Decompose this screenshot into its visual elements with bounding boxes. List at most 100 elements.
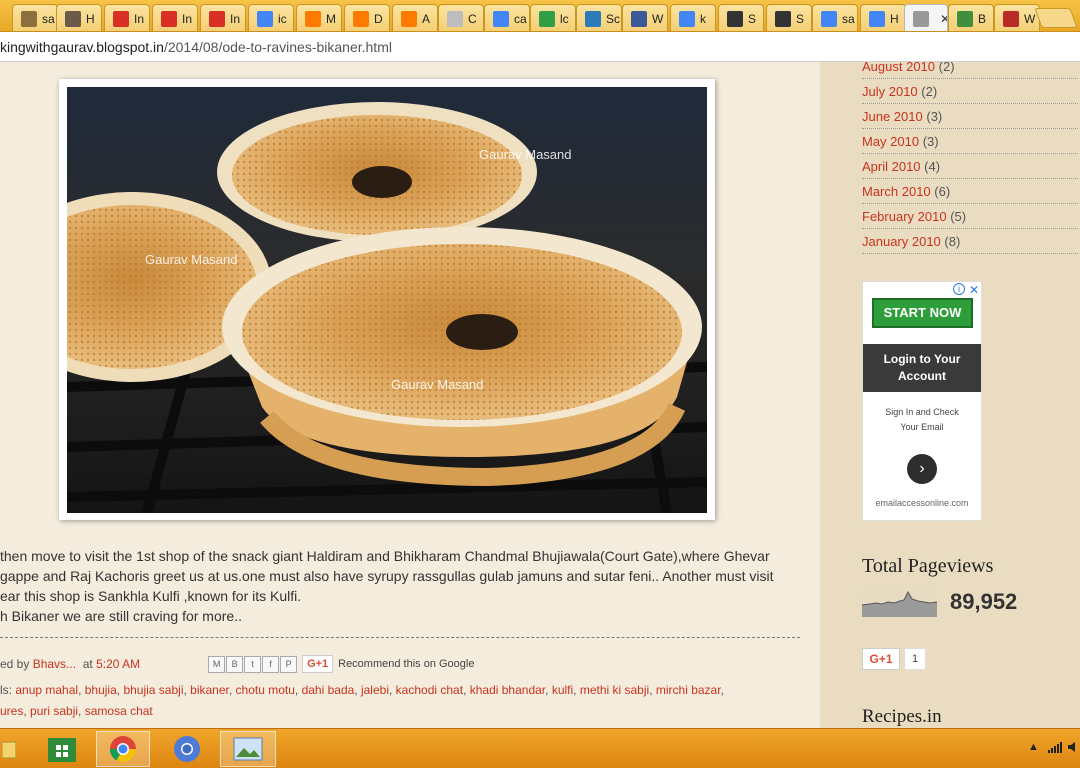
label-link[interactable]: mirchi bazar (656, 683, 721, 697)
browser-tab-label: In (182, 11, 193, 26)
browser-tab[interactable]: S (718, 4, 764, 31)
browser-tab[interactable]: lc (530, 4, 576, 31)
google-icon (257, 10, 273, 27)
close-tab-icon[interactable]: ✕ (940, 12, 947, 26)
photos-icon[interactable] (220, 731, 276, 767)
ad-headline-line: Login to Your (883, 352, 961, 366)
url-text[interactable]: kingwithgaurav.blogspot.in/2014/08/ode-t… (0, 39, 392, 55)
archive-month-link[interactable]: April 2010 (862, 159, 921, 174)
browser-tab[interactable]: W (994, 4, 1040, 31)
st-icon (585, 10, 601, 27)
browser-tab[interactable]: S (766, 4, 812, 31)
gmail-icon (161, 10, 177, 27)
archive-month-link[interactable]: January 2010 (862, 234, 941, 249)
archive-month-link[interactable]: May 2010 (862, 134, 919, 149)
twitter-share-icon[interactable]: t (244, 655, 262, 673)
close-icon[interactable]: ✕ (969, 283, 979, 297)
chrome-icon[interactable] (160, 731, 214, 767)
volume-icon[interactable] (1068, 741, 1080, 756)
browser-tab[interactable]: B (948, 4, 994, 31)
browser-tab[interactable]: A (392, 4, 438, 31)
label-link[interactable]: ures (0, 704, 23, 718)
browser-tab[interactable]: H (56, 4, 102, 31)
browser-tab-label: ic (278, 11, 287, 26)
label-link[interactable]: chotu motu (236, 683, 295, 697)
sidebar: August 2010 (2) July 2010 (2) June 2010 (3… (820, 62, 1080, 728)
label-separator: , (573, 683, 580, 697)
label-link[interactable]: samosa chat (85, 704, 153, 718)
label-link[interactable]: bhujia sabji (123, 683, 183, 697)
label-separator: , (389, 683, 396, 697)
archive-month-link[interactable]: August 2010 (862, 62, 935, 74)
browser-tab[interactable]: sa (812, 4, 858, 31)
browser-tab[interactable]: M (296, 4, 342, 31)
gplus-widget-button[interactable]: G+1 (862, 648, 900, 670)
posted-by-label: ed by (0, 657, 30, 671)
sparkline-graph (861, 590, 938, 617)
blog-share-icon[interactable]: B (226, 655, 244, 673)
label-separator: , (294, 683, 302, 697)
label-link[interactable]: bikaner (190, 683, 229, 697)
facebook-share-icon[interactable]: f (262, 655, 280, 673)
browser-tab[interactable]: In (200, 4, 246, 31)
at-label: at (82, 657, 93, 671)
label-link[interactable]: kulfi (552, 683, 573, 697)
label-link[interactable]: bhujia (85, 683, 117, 697)
network-signal-icon[interactable] (1048, 741, 1064, 756)
archive-count: (8) (944, 234, 961, 249)
browser-tab[interactable]: D (344, 4, 390, 31)
browser-tab[interactable]: W (622, 4, 668, 31)
store-icon[interactable] (42, 731, 82, 767)
browser-tab-label: D (374, 11, 383, 26)
author-link[interactable]: Bhavs... (33, 657, 76, 671)
windows-taskbar: ▲ (0, 728, 1080, 768)
olx-icon (305, 10, 321, 27)
browser-tab[interactable]: ca (484, 4, 530, 31)
browser-tab[interactable]: In (152, 4, 198, 31)
browser-tab[interactable]: sa (12, 4, 58, 31)
browser-tab[interactable]: ic (248, 4, 294, 31)
pinterest-share-icon[interactable]: P (280, 655, 298, 673)
browser-tab[interactable]: In (104, 4, 150, 31)
advertisement[interactable]: i ✕ START NOW Login to Your Account Sign… (862, 281, 982, 521)
archive-item: February 2010 (5) (862, 204, 1078, 229)
browser-tab[interactable]: C (438, 4, 484, 31)
browser-tab[interactable]: Co✕ (904, 4, 948, 31)
ad-subtext: Sign In and Check Your Email (863, 405, 981, 435)
timestamp-link[interactable]: 5:20 AM (96, 657, 140, 671)
browser-tab[interactable]: k (670, 4, 716, 31)
label-link[interactable]: dahi bada (302, 683, 355, 697)
ghevar-photo[interactable]: Gaurav Masand Gaurav Masand Gaurav Masan… (67, 87, 707, 513)
signal-glyph (1048, 742, 1062, 753)
new-tab-button[interactable] (1034, 8, 1078, 28)
label-link[interactable]: puri sabji (30, 704, 78, 718)
browser-tab[interactable]: Sc (576, 4, 622, 31)
label-link[interactable]: anup mahal (15, 683, 78, 697)
archive-month-link[interactable]: March 2010 (862, 184, 931, 199)
adchoices-icon[interactable]: i (953, 283, 965, 295)
email-share-icon[interactable]: M (208, 655, 226, 673)
show-hidden-icons-icon[interactable]: ▲ (1028, 741, 1039, 753)
file-explorer-icon[interactable] (0, 731, 18, 767)
label-link[interactable]: khadi bhandar (470, 683, 545, 697)
archive-item: August 2010 (2) (862, 62, 1078, 79)
image-icon (21, 10, 37, 27)
store-glyph (48, 738, 76, 762)
address-bar[interactable]: kingwithgaurav.blogspot.in/2014/08/ode-t… (0, 32, 1080, 62)
label-link[interactable]: jalebi (361, 683, 389, 697)
chrome-icon[interactable] (96, 731, 150, 767)
browser-tab[interactable]: H (860, 4, 906, 31)
label-link[interactable]: kachodi chat (396, 683, 463, 697)
start-now-button[interactable]: START NOW (872, 298, 973, 328)
blog-archive: August 2010 (2) July 2010 (2) June 2010 (3… (862, 62, 1078, 254)
gplus-button[interactable]: G+1 (302, 655, 334, 673)
archive-count: (2) (921, 84, 938, 99)
browser-tab-label: sa (842, 11, 855, 26)
label-link[interactable]: methi ki sabji (580, 683, 649, 697)
archive-month-link[interactable]: June 2010 (862, 109, 923, 124)
chevron-right-icon[interactable]: › (907, 454, 937, 484)
archive-month-link[interactable]: July 2010 (862, 84, 918, 99)
archive-month-link[interactable]: February 2010 (862, 209, 947, 224)
post-labels: ls: anup mahal, bhujia, bhujia sabji, bi… (0, 680, 800, 722)
ad-top: i ✕ START NOW (863, 282, 981, 344)
